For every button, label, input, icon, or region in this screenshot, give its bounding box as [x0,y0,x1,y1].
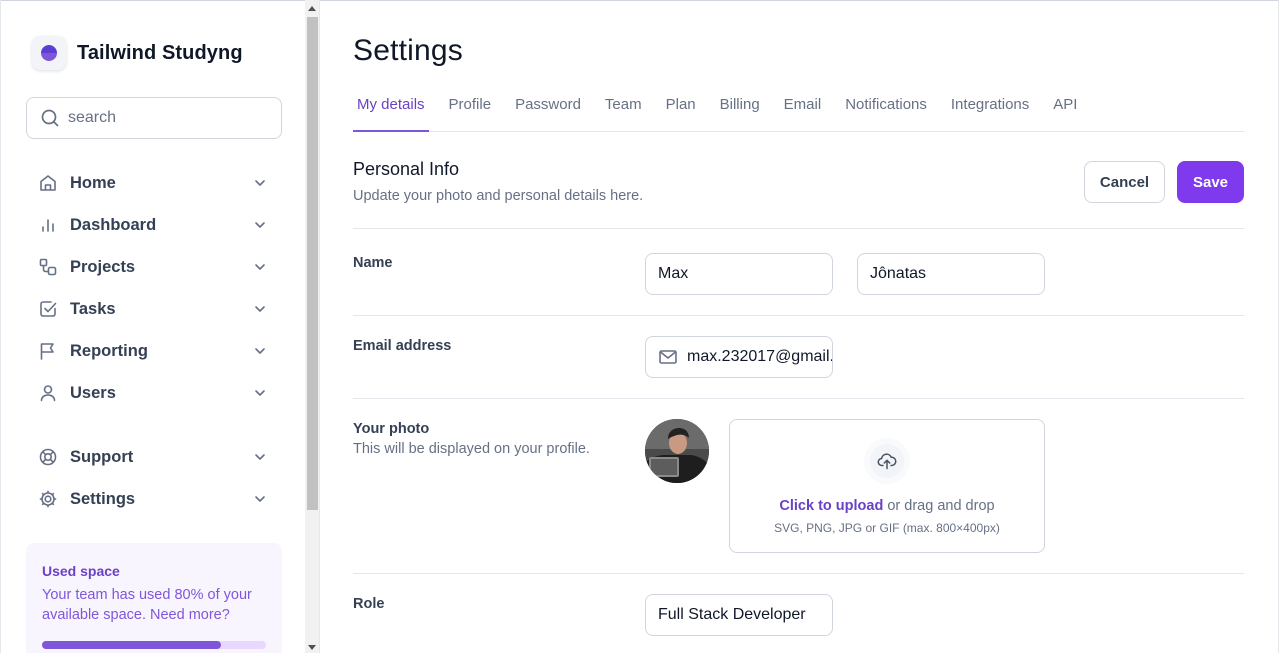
tab-integrations[interactable]: Integrations [947,86,1033,132]
brand-logo-icon [32,36,66,70]
email-input[interactable] [687,348,832,366]
cancel-button[interactable]: Cancel [1084,161,1165,203]
chevron-down-icon [255,264,265,270]
divider [353,228,1244,229]
tab-notifications[interactable]: Notifications [841,86,931,132]
role-field[interactable] [645,594,833,636]
upload-instructions: Click to upload or drag and drop [730,498,1044,514]
nav-label-home: Home [70,173,116,192]
chevron-down-icon [255,454,265,460]
nav-item-home[interactable]: Home [26,162,282,204]
chevron-down-icon [255,180,265,186]
email-field[interactable] [645,336,833,378]
role-input[interactable] [658,606,832,624]
tab-plan[interactable]: Plan [662,86,700,132]
photo-label: Your photo [353,421,430,437]
divider [353,315,1244,316]
scroll-up-arrow-icon[interactable] [308,6,316,11]
nav-label-tasks: Tasks [70,299,116,318]
nav-label-projects: Projects [70,257,136,276]
check-square-icon [40,301,57,317]
bar-chart-icon [42,219,54,232]
chevron-down-icon [255,348,265,354]
chevron-down-icon [255,222,265,228]
nav-label-support: Support [70,447,134,466]
secondary-nav: Support Settings [26,436,282,520]
nav-item-settings[interactable]: Settings [26,478,282,520]
search-input[interactable] [68,109,268,127]
save-button[interactable]: Save [1177,161,1244,203]
sidebar: Tailwind Studyng Home Dashboard Projects… [0,0,305,653]
search-icon [41,109,59,127]
click-to-upload-link[interactable]: Click to upload [779,498,883,514]
used-space-description: Your team has used 80% of your available… [42,587,252,623]
nav-item-users[interactable]: Users [26,372,282,414]
sidebar-scrollbar[interactable] [305,0,320,653]
used-space-card: Used space Your team has used 80% of you… [26,543,282,653]
flag-icon [40,343,54,360]
tab-billing[interactable]: Billing [716,86,764,132]
nav-item-reporting[interactable]: Reporting [26,330,282,372]
photo-hint: This will be displayed on your profile. [353,441,590,457]
personal-info-header: Personal Info Update your photo and pers… [353,159,1244,204]
user-icon [40,385,56,402]
first-name-input[interactable] [658,265,832,283]
mail-icon [659,350,677,364]
brand-name: Tailwind Studyng [77,41,243,64]
tab-password[interactable]: Password [511,86,585,132]
divider [353,398,1244,399]
last-name-field[interactable] [857,253,1045,295]
nav-item-tasks[interactable]: Tasks [26,288,282,330]
role-label: Role [353,596,385,612]
tab-team[interactable]: Team [601,86,646,132]
nav-label-users: Users [70,383,116,402]
scroll-down-arrow-icon[interactable] [308,645,316,650]
tab-email[interactable]: Email [780,86,826,132]
avatar [645,419,709,483]
first-name-field[interactable] [645,253,833,295]
used-space-progress [42,641,266,649]
life-buoy-icon [39,448,57,466]
page-title: Settings [353,34,463,67]
brand[interactable]: Tailwind Studyng [32,36,243,70]
nav-item-projects[interactable]: Projects [26,246,282,288]
nav-label-dashboard: Dashboard [70,215,157,234]
tab-api[interactable]: API [1049,86,1081,132]
primary-nav: Home Dashboard Projects Tasks Reporting … [26,162,282,414]
nav-label-reporting: Reporting [70,341,148,360]
used-space-title: Used space [42,563,120,579]
photo-upload-dropzone[interactable]: Click to upload or drag and drop SVG, PN… [729,419,1045,553]
search-box[interactable] [26,97,282,139]
chevron-down-icon [255,390,265,396]
used-space-progress-fill [42,641,222,649]
scrollbar-thumb[interactable] [307,17,318,510]
tab-my-details[interactable]: My details [353,86,429,132]
chevron-down-icon [255,306,265,312]
chevron-down-icon [255,496,265,502]
name-label: Name [353,255,393,271]
nav-label-settings: Settings [70,489,136,508]
nav-item-dashboard[interactable]: Dashboard [26,204,282,246]
upload-icon-wrap [864,438,910,484]
divider [353,573,1244,574]
tab-profile[interactable]: Profile [445,86,496,132]
settings-tabs: My details Profile Password Team Plan Bi… [353,86,1244,132]
home-icon [40,175,56,191]
email-label: Email address [353,338,452,354]
upload-drag-text: or drag and drop [883,498,995,514]
last-name-input[interactable] [870,265,1044,283]
upload-formats: SVG, PNG, JPG or GIF (max. 800×400px) [774,521,1000,535]
cloud-upload-icon [877,453,897,470]
layers-icon [39,258,57,276]
gear-icon [39,490,57,508]
nav-item-support[interactable]: Support [26,436,282,478]
